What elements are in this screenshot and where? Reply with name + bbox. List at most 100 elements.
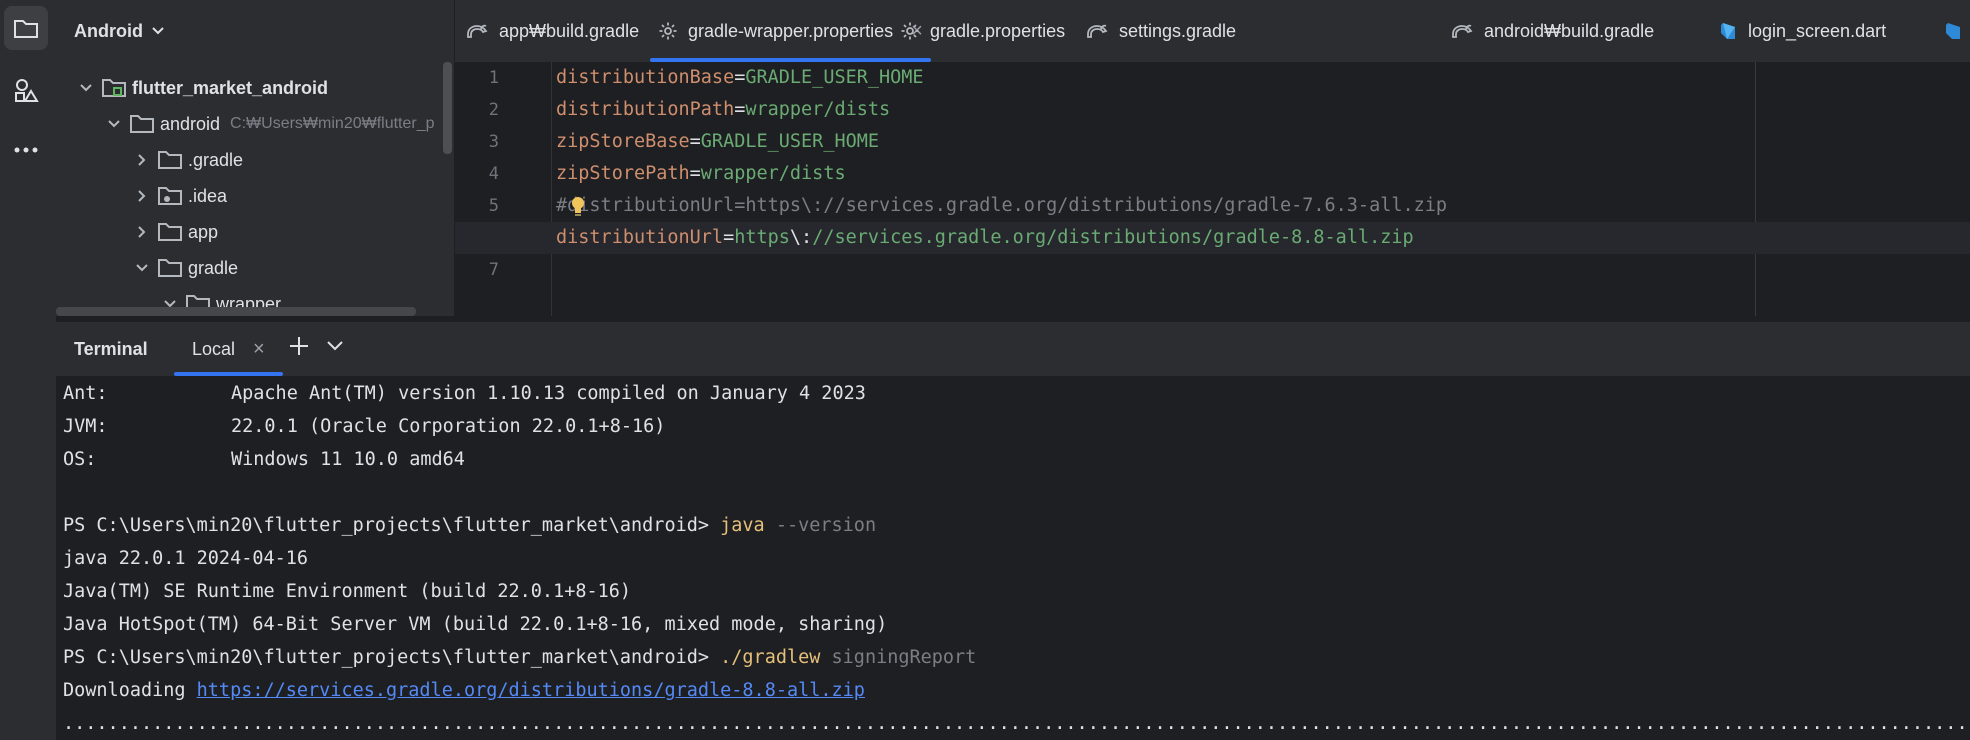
property-key: distributionBase bbox=[556, 67, 735, 88]
module-folder-icon bbox=[102, 78, 126, 98]
chevron-down-icon[interactable] bbox=[132, 263, 152, 273]
tree-item-app[interactable]: app bbox=[132, 214, 218, 250]
line-number-gutter: 1 2 3 4 5 6 7 bbox=[455, 62, 551, 316]
chevron-down-icon[interactable] bbox=[326, 339, 344, 353]
gear-icon bbox=[658, 21, 678, 41]
tree-item-flutter-market-android[interactable]: flutter_market_android bbox=[76, 70, 328, 106]
tree-vertical-scrollbar[interactable] bbox=[443, 62, 452, 154]
right-margin-guide bbox=[1755, 62, 1756, 316]
chevron-right-icon[interactable] bbox=[132, 189, 152, 203]
tab-gradle-properties[interactable]: gradle.properties bbox=[900, 0, 1065, 62]
property-separator: = bbox=[689, 131, 701, 152]
tab-gradle-wrapper-properties[interactable]: gradle-wrapper.properties × bbox=[650, 0, 931, 62]
tree-item-label: app bbox=[188, 221, 219, 242]
property-key: distributionPath bbox=[556, 99, 735, 120]
info-label: OS: bbox=[63, 449, 97, 470]
tab-overflow-dart[interactable] bbox=[1945, 0, 1970, 62]
shell-prompt: PS C:\Users\min20\flutter_projects\flutt… bbox=[63, 515, 721, 536]
chevron-down-icon[interactable] bbox=[104, 119, 124, 129]
tool-window-strip bbox=[0, 0, 57, 740]
shell-command: java bbox=[720, 515, 765, 536]
project-view-selector[interactable]: Android bbox=[56, 0, 454, 62]
code-line-6-current: distributionUrl=https\://services.gradle… bbox=[455, 222, 1970, 254]
tab-android-build-gradle[interactable]: android₩build.gradle bbox=[1450, 0, 1654, 62]
gutter-separator bbox=[551, 62, 552, 316]
tree-item-gradle[interactable]: gradle bbox=[132, 250, 238, 286]
info-label: JVM: bbox=[63, 416, 108, 437]
tab-label: android₩build.gradle bbox=[1484, 20, 1655, 41]
tree-item-android[interactable]: android C:₩Users₩min20₩flutter_p bbox=[104, 106, 435, 142]
escape-sequence: \: bbox=[789, 227, 813, 248]
terminal-line: Java HotSpot(TM) 64-Bit Server VM (build… bbox=[63, 614, 888, 635]
folder-icon bbox=[158, 258, 182, 278]
terminal-output[interactable]: Ant: Apache Ant(TM) version 1.10.13 compi… bbox=[56, 377, 1970, 740]
resource-manager-button[interactable] bbox=[4, 68, 48, 112]
project-panel: Android flutter_market_android android C… bbox=[56, 0, 454, 316]
comment-text: #distributionUrl=https\://services.gradl… bbox=[556, 195, 1448, 216]
tab-login-screen-dart[interactable]: login_screen.dart bbox=[1720, 0, 1886, 62]
code-line-3: zipStoreBase=GRADLE_USER_HOME bbox=[556, 126, 879, 158]
dart-icon bbox=[1945, 21, 1963, 41]
download-link[interactable]: https://services.gradle.org/distribution… bbox=[197, 680, 865, 701]
chevron-down-icon bbox=[152, 27, 164, 35]
property-key: zipStorePath bbox=[556, 163, 690, 184]
tree-item-dot-gradle[interactable]: .gradle bbox=[132, 142, 243, 178]
tab-label: Local bbox=[192, 338, 236, 359]
code-editor[interactable]: 1 2 3 4 5 6 7 distributionBase=GRADLE_US… bbox=[455, 62, 1970, 316]
gradle-elephant-icon bbox=[465, 22, 489, 40]
folder-icon bbox=[14, 20, 38, 38]
project-tool-button[interactable] bbox=[4, 6, 48, 50]
terminal-header: Terminal Local × bbox=[56, 322, 1970, 377]
more-icon bbox=[14, 147, 38, 153]
terminal-line: java 22.0.1 2024-04-16 bbox=[63, 548, 309, 569]
property-separator: = bbox=[734, 67, 746, 88]
info-value: Windows 11 10.0 amd64 bbox=[231, 449, 465, 470]
line-number: 1 bbox=[488, 68, 499, 88]
shell-command: ./gradlew bbox=[720, 647, 821, 668]
tree-item-label: android bbox=[160, 113, 221, 134]
shell-argument: signingReport bbox=[820, 647, 977, 668]
property-separator: = bbox=[723, 227, 735, 248]
chevron-down-icon[interactable] bbox=[76, 83, 96, 93]
shell-prompt: PS C:\Users\min20\flutter_projects\flutt… bbox=[63, 647, 721, 668]
shapes-icon bbox=[15, 79, 39, 102]
tab-app-build-gradle[interactable]: app₩build.gradle bbox=[465, 0, 639, 62]
dart-icon bbox=[1720, 21, 1738, 41]
tree-item-label: flutter_market_android bbox=[132, 77, 329, 98]
folder-icon bbox=[130, 114, 154, 134]
info-label: Ant: bbox=[63, 383, 108, 404]
tree-item-idea[interactable]: .idea bbox=[132, 178, 227, 214]
more-tools-button[interactable] bbox=[4, 128, 48, 172]
property-value: wrapper/dists bbox=[745, 99, 891, 120]
tab-label: login_screen.dart bbox=[1748, 20, 1887, 41]
chevron-right-icon[interactable] bbox=[132, 153, 152, 167]
terminal-line: Java(TM) SE Runtime Environment (build 2… bbox=[63, 581, 632, 602]
property-value: GRADLE_USER_HOME bbox=[745, 67, 924, 88]
gear-icon bbox=[900, 21, 920, 41]
property-key: distributionUrl bbox=[556, 227, 724, 248]
project-view-label: Android bbox=[74, 20, 143, 41]
editor-tab-bar: app₩build.gradle gradle-wrapper.properti… bbox=[455, 0, 1970, 63]
tab-label: gradle.properties bbox=[930, 20, 1066, 41]
shell-argument: --version bbox=[764, 515, 877, 536]
terminal-line: Ant: Apache Ant(TM) version 1.10.13 compi… bbox=[63, 377, 866, 410]
tree-item-label: gradle bbox=[188, 257, 239, 278]
chevron-right-icon[interactable] bbox=[132, 225, 152, 239]
close-icon[interactable]: × bbox=[253, 338, 265, 361]
property-separator: = bbox=[689, 163, 701, 184]
code-line-1: distributionBase=GRADLE_USER_HOME bbox=[556, 62, 924, 94]
property-key: zipStoreBase bbox=[556, 131, 690, 152]
terminal-title: Terminal bbox=[74, 339, 148, 359]
terminal-line: JVM: 22.0.1 (Oracle Corporation 22.0.1+8-… bbox=[63, 410, 665, 443]
code-line-5: #distributionUrl=https\://services.gradl… bbox=[556, 190, 1447, 222]
folder-icon bbox=[158, 150, 182, 170]
line-number: 4 bbox=[488, 164, 499, 184]
lightbulb-icon[interactable] bbox=[570, 196, 586, 218]
plus-icon[interactable] bbox=[288, 335, 310, 357]
property-value: https bbox=[734, 227, 790, 248]
tree-horizontal-scrollbar[interactable] bbox=[56, 307, 416, 316]
tab-settings-gradle[interactable]: settings.gradle bbox=[1085, 0, 1236, 62]
terminal-tab-local[interactable]: Local × bbox=[174, 322, 283, 376]
property-value: wrapper/dists bbox=[700, 163, 846, 184]
property-value: //services.gradle.org/distributions/grad… bbox=[812, 227, 1414, 248]
